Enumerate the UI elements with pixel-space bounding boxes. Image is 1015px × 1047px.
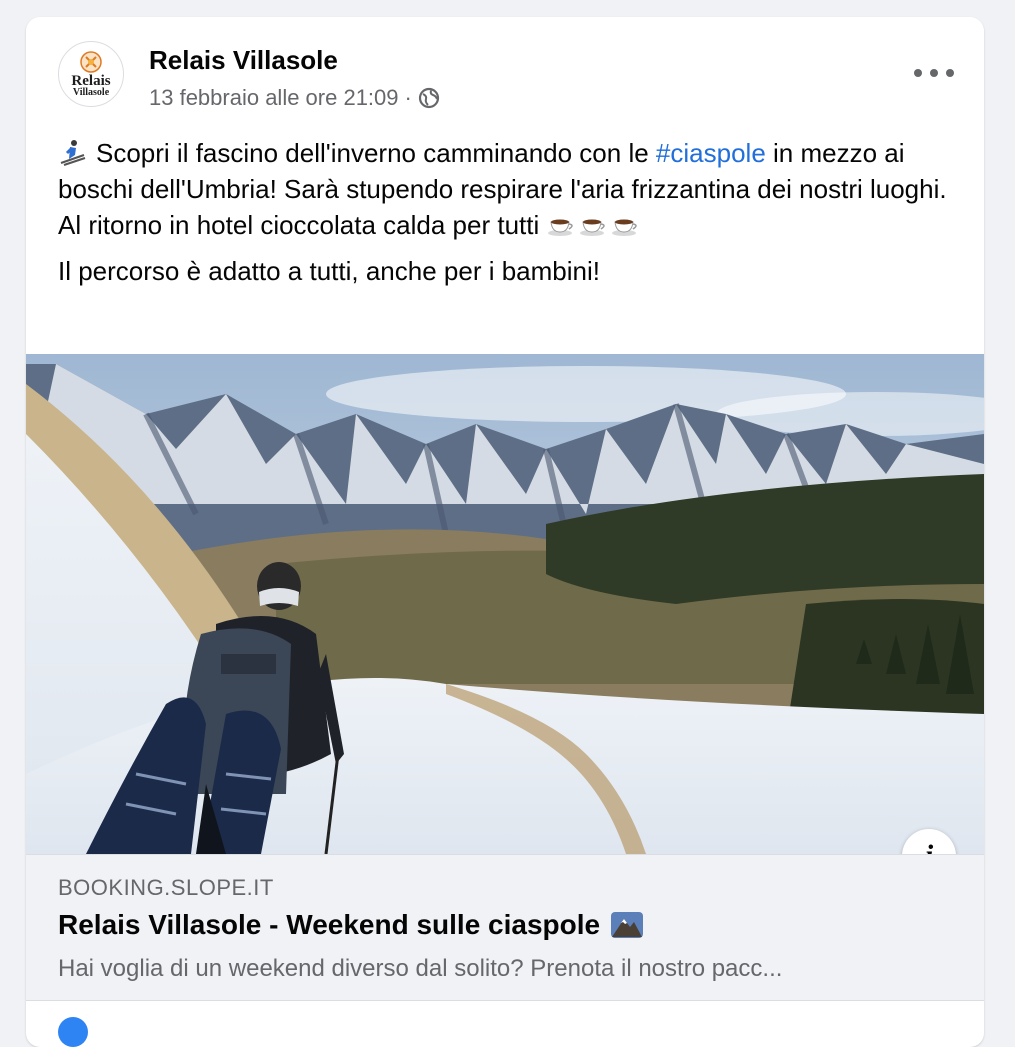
globe-icon[interactable] bbox=[418, 87, 440, 109]
avatar-text-relais: Relais bbox=[71, 72, 111, 89]
post-photo-snowshoe-hiker[interactable] bbox=[26, 354, 984, 854]
coffee-cup-icon bbox=[612, 219, 637, 236]
post-text-intro: Scopri il fascino dell'inverno camminand… bbox=[96, 138, 656, 168]
reaction-icon bbox=[58, 1017, 88, 1047]
logo-mark-icon bbox=[80, 50, 102, 73]
post-paragraph-1: Scopri il fascino dell'inverno camminand… bbox=[58, 135, 958, 243]
link-preview[interactable]: BOOKING.SLOPE.IT Relais Villasole - Week… bbox=[26, 854, 984, 1001]
snow-capped-mountain-emoji-icon bbox=[611, 912, 644, 938]
skier-emoji-icon bbox=[60, 140, 86, 166]
post-paragraph-2: Il percorso è adatto a tutti, anche per … bbox=[58, 256, 600, 286]
page-avatar[interactable]: Relais Villasole bbox=[58, 41, 124, 107]
snow-mountain-photo bbox=[26, 354, 984, 854]
link-title[interactable]: Relais Villasole - Weekend sulle ciaspol… bbox=[58, 909, 644, 941]
more-dot bbox=[930, 69, 938, 77]
link-domain: BOOKING.SLOPE.IT bbox=[58, 875, 274, 900]
coffee-cup-icon bbox=[580, 219, 605, 236]
post-text-hot-chocolate: Al ritorno in hotel cioccolata calda per… bbox=[58, 210, 540, 240]
coffee-cup-icon bbox=[548, 219, 573, 236]
more-dot bbox=[914, 69, 922, 77]
post-timestamp[interactable]: 13 febbraio alle ore 21:09 bbox=[149, 85, 399, 111]
more-options-button[interactable] bbox=[914, 61, 954, 85]
post-message: Scopri il fascino dell'inverno camminand… bbox=[58, 135, 958, 289]
coffee-cups bbox=[547, 214, 641, 238]
avatar-text-villasole: Villasole bbox=[72, 86, 110, 98]
page-name-link[interactable]: Relais Villasole bbox=[149, 45, 338, 76]
link-title-text: Relais Villasole - Weekend sulle ciaspol… bbox=[58, 909, 601, 940]
link-description: Hai voglia di un weekend diverso dal sol… bbox=[58, 955, 783, 982]
hashtag-ciaspole-link[interactable]: #ciaspole bbox=[656, 138, 766, 168]
post-card: Relais Villasole Relais Villasole 13 feb… bbox=[26, 17, 984, 1047]
meta-separator: · bbox=[404, 85, 412, 110]
post-meta: 13 febbraio alle ore 21:09 · bbox=[149, 85, 440, 111]
more-dot bbox=[946, 69, 954, 77]
